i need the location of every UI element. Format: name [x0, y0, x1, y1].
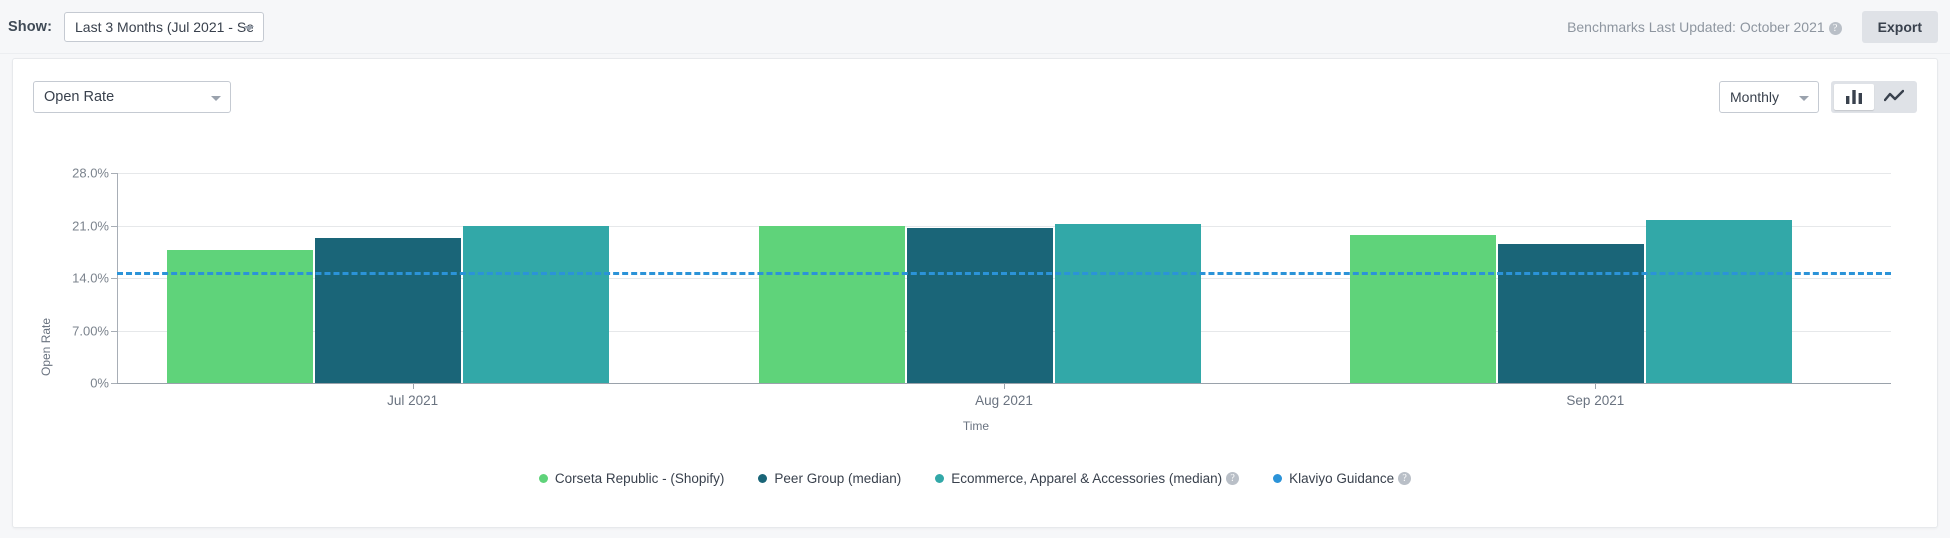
chevron-down-icon [1799, 96, 1809, 101]
y-axis-tick-label: 14.0% [72, 271, 109, 286]
interval-select[interactable]: Monthly [1719, 81, 1819, 113]
chart-type-toggle [1831, 81, 1917, 113]
legend-color-dot [1273, 474, 1282, 483]
y-axis-tick [111, 226, 117, 227]
chart-controls: Monthly [1719, 81, 1917, 113]
chart-plot-area: Open Rate 28.0%21.0%14.0%7.00%0% Jul 202… [13, 121, 1939, 466]
chart-bar[interactable] [167, 250, 313, 384]
chart-bar[interactable] [907, 228, 1053, 383]
chart-legend: Corseta Republic - (Shopify) Peer Group (… [13, 471, 1937, 486]
x-axis-tick [1595, 383, 1596, 389]
legend-item-label: Ecommerce, Apparel & Accessories (median… [951, 471, 1222, 486]
legend-item[interactable]: Corseta Republic - (Shopify) [539, 471, 725, 486]
legend-color-dot [758, 474, 767, 483]
klaviyo-guidance-reference-line [117, 272, 1891, 275]
legend-item-label: Peer Group (median) [774, 471, 901, 486]
x-axis-tick [1004, 383, 1005, 389]
top-toolbar-right: Benchmarks Last Updated: October 2021? E… [1567, 11, 1950, 43]
benchmarks-last-updated-label: Benchmarks Last Updated: October 2021 [1567, 19, 1825, 35]
x-axis-title: Time [963, 419, 989, 433]
y-axis-tick [111, 278, 117, 279]
legend-color-dot [935, 474, 944, 483]
x-axis-tick-label: Aug 2021 [975, 393, 1033, 408]
x-axis-tick [413, 383, 414, 389]
bar-chart-glyph [1845, 89, 1863, 105]
legend-color-dot [539, 474, 548, 483]
date-range-value: Last 3 Months (Jul 2021 - Sep 20... [75, 19, 253, 35]
chart-bar[interactable] [1498, 244, 1644, 384]
bar-chart-icon[interactable] [1834, 84, 1874, 110]
y-axis-tick-label: 21.0% [72, 218, 109, 233]
legend-item-label: Corseta Republic - (Shopify) [555, 471, 725, 486]
metric-select[interactable]: Open Rate [33, 81, 231, 113]
chart-bars [117, 121, 1891, 466]
chevron-down-icon [211, 96, 221, 101]
x-axis-tick-label: Jul 2021 [387, 393, 438, 408]
legend-item[interactable]: Ecommerce, Apparel & Accessories (median… [935, 471, 1239, 486]
y-axis-tick-labels: 28.0% 21.0% 14.0% 7.00% 0% [13, 121, 109, 466]
chart-bar[interactable] [1055, 224, 1201, 383]
interval-select-value: Monthly [1730, 89, 1779, 105]
export-button[interactable]: Export [1862, 11, 1938, 43]
chart-bar[interactable] [759, 226, 905, 384]
legend-help-icon[interactable]: ? [1226, 472, 1239, 485]
benchmarks-last-updated-text: Benchmarks Last Updated: October 2021? [1567, 19, 1842, 35]
y-axis-tick [111, 173, 117, 174]
y-axis-tick [111, 383, 117, 384]
metric-select-value: Open Rate [44, 89, 114, 105]
y-axis-tick-label: 0% [90, 376, 109, 391]
benchmark-chart-card: Open Rate Monthly Open Rate [12, 58, 1938, 528]
chart-bar[interactable] [463, 226, 609, 384]
show-label: Show: [8, 19, 52, 35]
top-toolbar: Show: Last 3 Months (Jul 2021 - Sep 20..… [0, 0, 1950, 54]
line-chart-icon[interactable] [1874, 84, 1914, 110]
chevron-down-icon [244, 26, 254, 31]
line-chart-glyph [1884, 89, 1904, 105]
x-axis-tick-label: Sep 2021 [1566, 393, 1624, 408]
y-axis-tick-label: 7.00% [72, 323, 109, 338]
legend-item-label: Klaviyo Guidance [1289, 471, 1394, 486]
y-axis-tick-label: 28.0% [72, 166, 109, 181]
chart-bar[interactable] [1350, 235, 1496, 383]
date-range-select[interactable]: Last 3 Months (Jul 2021 - Sep 20... [64, 12, 264, 42]
legend-item[interactable]: Klaviyo Guidance? [1273, 471, 1411, 486]
legend-item[interactable]: Peer Group (median) [758, 471, 901, 486]
chart-bar[interactable] [1646, 220, 1792, 384]
y-axis-tick [111, 331, 117, 332]
chart-bar[interactable] [315, 238, 461, 383]
benchmarks-help-icon[interactable]: ? [1829, 22, 1842, 35]
legend-help-icon[interactable]: ? [1398, 472, 1411, 485]
